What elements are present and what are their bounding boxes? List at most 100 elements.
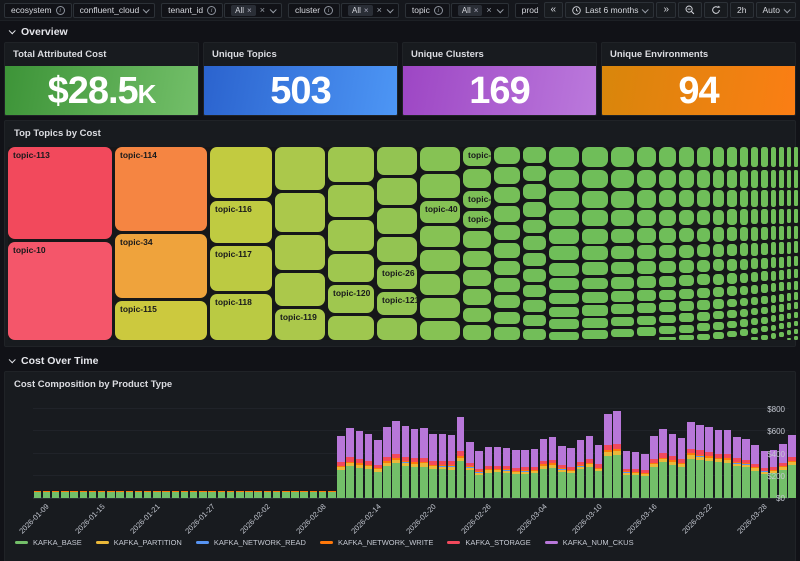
treemap-cell[interactable] xyxy=(794,336,798,340)
treemap-cell[interactable] xyxy=(739,297,749,307)
treemap-cell[interactable] xyxy=(636,303,657,314)
treemap-cell[interactable] xyxy=(727,243,737,257)
treemap-cell[interactable] xyxy=(679,324,695,333)
bar[interactable] xyxy=(493,446,502,498)
bar[interactable] xyxy=(33,490,41,498)
treemap-cell[interactable] xyxy=(751,317,759,326)
section-header-overview[interactable]: Overview xyxy=(0,21,800,42)
treemap-cell[interactable] xyxy=(779,190,784,207)
treemap-cell[interactable] xyxy=(659,302,677,313)
treemap-cell[interactable] xyxy=(712,190,725,208)
bar[interactable] xyxy=(309,490,318,498)
time-shift-forward-button[interactable]: » xyxy=(656,2,677,18)
treemap-cell[interactable] xyxy=(582,246,609,260)
treemap-cell[interactable] xyxy=(582,318,609,328)
treemap-cell[interactable] xyxy=(770,209,777,224)
bar[interactable] xyxy=(79,490,88,498)
treemap-cell[interactable] xyxy=(549,169,579,189)
treemap-cell[interactable] xyxy=(779,323,784,330)
treemap-cell[interactable] xyxy=(659,245,677,259)
treemap-cell[interactable] xyxy=(494,294,520,309)
treemap-cell[interactable] xyxy=(786,303,792,311)
bar[interactable] xyxy=(401,426,410,498)
treemap-cell[interactable] xyxy=(739,243,749,256)
selected-chip[interactable]: All × xyxy=(457,4,483,16)
bar[interactable] xyxy=(116,490,124,498)
treemap-cell[interactable] xyxy=(751,226,759,241)
treemap-cell[interactable] xyxy=(611,190,634,208)
treemap-cell[interactable] xyxy=(420,174,460,198)
treemap-cell[interactable] xyxy=(779,226,784,240)
treemap-cell[interactable] xyxy=(770,270,777,281)
treemap-cell[interactable] xyxy=(582,228,609,244)
treemap-cell[interactable] xyxy=(697,244,710,258)
bar[interactable] xyxy=(484,447,493,498)
treemap-cell[interactable] xyxy=(636,169,657,188)
treemap-cell[interactable] xyxy=(786,321,792,328)
treemap-cell[interactable] xyxy=(786,190,792,207)
treemap-cell[interactable] xyxy=(739,308,749,317)
treemap-cell[interactable] xyxy=(751,190,759,207)
treemap-cell[interactable] xyxy=(727,227,737,242)
treemap-cell[interactable] xyxy=(679,275,695,287)
treemap-cell[interactable] xyxy=(727,147,737,167)
treemap-cell[interactable] xyxy=(679,190,695,208)
treemap-cell[interactable] xyxy=(761,257,768,269)
treemap-cell[interactable] xyxy=(751,169,759,188)
treemap-cell[interactable] xyxy=(794,190,798,207)
treemap-cell[interactable] xyxy=(523,285,546,297)
auto-mode-dropdown[interactable]: Auto xyxy=(755,2,796,18)
legend-item-kafka_partition[interactable]: KAFKA_PARTITION xyxy=(95,538,182,547)
treemap-cell[interactable] xyxy=(779,169,784,188)
bar[interactable] xyxy=(143,490,152,498)
treemap-cell[interactable] xyxy=(494,311,520,325)
treemap-cell[interactable] xyxy=(494,243,520,258)
treemap-cell[interactable] xyxy=(549,210,579,227)
treemap-cell[interactable] xyxy=(523,299,546,312)
time-shift-back-button[interactable]: « xyxy=(543,2,564,18)
bar[interactable] xyxy=(125,490,134,498)
treemap-cell[interactable] xyxy=(770,169,777,188)
treemap-cell[interactable] xyxy=(786,256,792,267)
treemap-cell[interactable] xyxy=(761,316,768,324)
treemap-cell[interactable] xyxy=(523,253,546,267)
time-range-picker[interactable]: Last 6 months xyxy=(565,2,655,18)
treemap-cell[interactable] xyxy=(779,147,784,167)
treemap-cell[interactable] xyxy=(659,147,677,167)
treemap-cell[interactable] xyxy=(727,330,737,338)
treemap-cell[interactable] xyxy=(463,325,491,340)
bar[interactable] xyxy=(456,416,465,498)
bar[interactable] xyxy=(539,439,548,498)
treemap-cell[interactable] xyxy=(275,147,325,190)
clear-icon[interactable]: × xyxy=(260,5,265,15)
bar[interactable] xyxy=(466,442,474,498)
treemap-cell[interactable] xyxy=(679,169,695,188)
treemap-cell[interactable] xyxy=(523,269,546,282)
treemap-cell[interactable] xyxy=(770,315,777,323)
treemap-cell[interactable]: topic-114 xyxy=(115,147,207,231)
treemap-cell[interactable]: topic-26 xyxy=(377,265,417,289)
treemap-cell[interactable] xyxy=(770,226,777,240)
treemap-cell[interactable] xyxy=(582,169,609,189)
bar[interactable] xyxy=(438,434,446,498)
treemap-cell[interactable] xyxy=(697,147,710,167)
bar[interactable] xyxy=(346,427,354,498)
treemap-cell[interactable] xyxy=(779,256,784,268)
treemap-cell[interactable] xyxy=(420,250,460,272)
treemap-cell[interactable] xyxy=(636,315,657,325)
legend-item-kafka_storage[interactable]: KAFKA_STORAGE xyxy=(447,538,531,547)
treemap-cell[interactable] xyxy=(659,336,677,340)
treemap-cell[interactable] xyxy=(712,321,725,330)
treemap-cell[interactable] xyxy=(761,271,768,282)
treemap-cell[interactable] xyxy=(523,314,546,326)
treemap-cell[interactable] xyxy=(786,281,792,291)
treemap-cell[interactable] xyxy=(611,316,634,327)
treemap-cell[interactable] xyxy=(739,272,749,283)
bar[interactable] xyxy=(107,490,115,498)
treemap-cell[interactable]: topic-10 xyxy=(8,242,112,340)
treemap-cell[interactable] xyxy=(611,147,634,167)
bar[interactable] xyxy=(328,490,336,498)
treemap-cell[interactable] xyxy=(679,335,695,340)
bar[interactable] xyxy=(622,451,631,498)
treemap-cell[interactable] xyxy=(712,147,725,167)
